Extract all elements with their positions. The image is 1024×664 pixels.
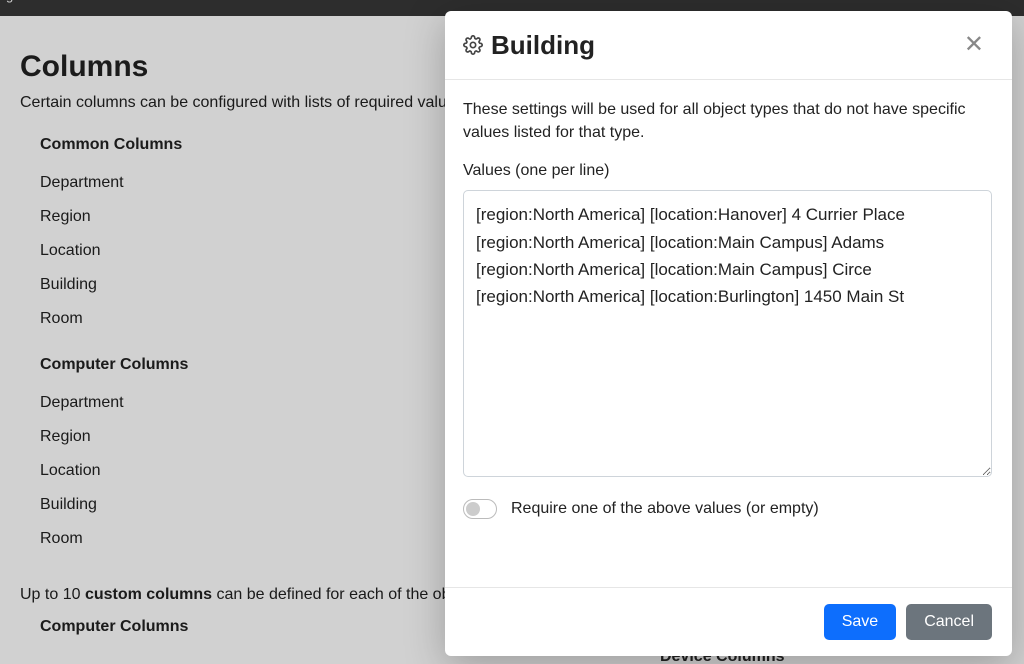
require-toggle-label: Require one of the above values (or empt… (511, 500, 819, 518)
close-icon: ✕ (964, 31, 984, 58)
save-button[interactable]: Save (824, 604, 896, 640)
gear-icon (463, 35, 483, 55)
values-textarea[interactable] (463, 190, 992, 477)
modal-description: These settings will be used for all obje… (463, 98, 992, 144)
require-toggle-row: Require one of the above values (or empt… (463, 499, 992, 519)
require-toggle[interactable] (463, 499, 497, 519)
topbar-text-fragment: gs (6, 0, 20, 3)
modal-header: Building ✕ (445, 11, 1012, 80)
building-modal: Building ✕ These settings will be used f… (445, 11, 1012, 656)
modal-title: Building (491, 30, 956, 61)
modal-body: These settings will be used for all obje… (445, 80, 1012, 588)
cancel-button[interactable]: Cancel (906, 604, 992, 640)
values-label: Values (one per line) (463, 162, 992, 180)
close-button[interactable]: ✕ (956, 29, 992, 61)
modal-footer: Save Cancel (445, 588, 1012, 656)
